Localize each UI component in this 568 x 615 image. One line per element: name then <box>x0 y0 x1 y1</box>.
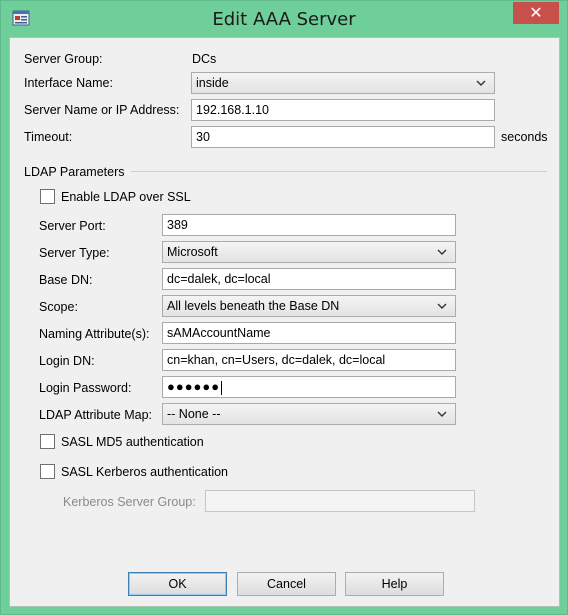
chevron-down-icon <box>476 80 486 86</box>
interface-name-select[interactable]: inside <box>191 72 495 94</box>
ok-button[interactable]: OK <box>128 572 227 596</box>
scope-value: All levels beneath the Base DN <box>167 299 340 313</box>
timeout-unit: seconds <box>501 130 548 144</box>
server-type-select[interactable]: Microsoft <box>162 241 456 263</box>
close-button[interactable]: ✕ <box>513 2 559 24</box>
help-button[interactable]: Help <box>345 572 444 596</box>
text-caret <box>221 380 223 395</box>
server-type-value: Microsoft <box>167 245 218 259</box>
chevron-down-icon <box>437 249 447 255</box>
server-type-label: Server Type: <box>39 246 110 260</box>
sasl-kerberos-label[interactable]: SASL Kerberos authentication <box>61 465 228 479</box>
enable-ssl-label[interactable]: Enable LDAP over SSL <box>61 190 191 204</box>
server-group-label: Server Group: <box>24 52 103 66</box>
server-name-label: Server Name or IP Address: <box>24 103 180 117</box>
window-title: Edit AAA Server <box>212 9 356 30</box>
scope-select[interactable]: All levels beneath the Base DN <box>162 295 456 317</box>
dialog-content: Server Group: DCs Interface Name: inside… <box>9 37 560 607</box>
password-mask: ●●●●●● <box>167 379 221 394</box>
interface-name-value: inside <box>196 76 229 90</box>
cancel-button[interactable]: Cancel <box>237 572 336 596</box>
server-name-input[interactable]: 192.168.1.10 <box>191 99 495 121</box>
title-bar[interactable]: Edit AAA Server ✕ <box>1 1 567 37</box>
sasl-md5-checkbox[interactable] <box>40 434 55 449</box>
timeout-label: Timeout: <box>24 130 73 144</box>
ldap-group-title: LDAP Parameters <box>24 165 125 179</box>
attribute-map-label: LDAP Attribute Map: <box>39 408 153 422</box>
server-port-label: Server Port: <box>39 219 106 233</box>
chevron-down-icon <box>437 303 447 309</box>
kerberos-group-input[interactable] <box>205 490 475 512</box>
login-password-input[interactable]: ●●●●●● <box>162 376 456 398</box>
enable-ssl-checkbox[interactable] <box>40 189 55 204</box>
interface-name-label: Interface Name: <box>24 76 113 90</box>
naming-attribute-label: Naming Attribute(s): <box>39 327 150 341</box>
server-group-value: DCs <box>192 52 217 66</box>
server-port-input[interactable]: 389 <box>162 214 456 236</box>
kerberos-group-label: Kerberos Server Group: <box>63 495 196 509</box>
timeout-input[interactable]: 30 <box>191 126 495 148</box>
sasl-kerberos-checkbox[interactable] <box>40 464 55 479</box>
scope-label: Scope: <box>39 300 78 314</box>
base-dn-label: Base DN: <box>39 273 93 287</box>
login-dn-label: Login DN: <box>39 354 95 368</box>
attribute-map-value: -- None -- <box>167 407 221 421</box>
chevron-down-icon <box>437 411 447 417</box>
naming-attribute-input[interactable]: sAMAccountName <box>162 322 456 344</box>
dialog-window: Edit AAA Server ✕ Server Group: DCs Inte… <box>0 0 568 615</box>
login-password-label: Login Password: <box>39 381 132 395</box>
sasl-md5-label[interactable]: SASL MD5 authentication <box>61 435 204 449</box>
login-dn-input[interactable]: cn=khan, cn=Users, dc=dalek, dc=local <box>162 349 456 371</box>
base-dn-input[interactable]: dc=dalek, dc=local <box>162 268 456 290</box>
group-divider <box>131 171 547 172</box>
attribute-map-select[interactable]: -- None -- <box>162 403 456 425</box>
close-icon: ✕ <box>529 3 543 22</box>
